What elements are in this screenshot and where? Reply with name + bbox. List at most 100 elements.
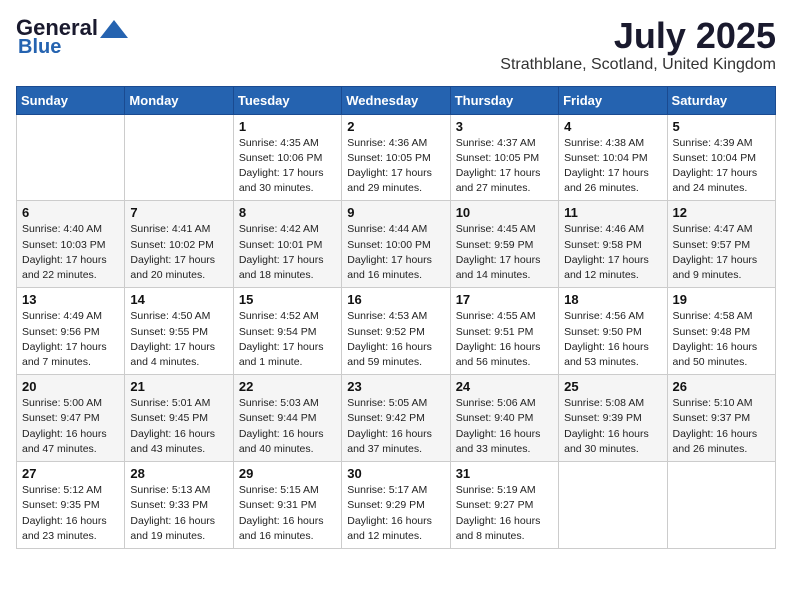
day-detail: Sunrise: 5:08 AM Sunset: 9:39 PM Dayligh… bbox=[564, 396, 661, 457]
day-number: 17 bbox=[456, 292, 553, 307]
day-detail: Sunrise: 4:35 AM Sunset: 10:06 PM Daylig… bbox=[239, 136, 336, 197]
day-cell: 7Sunrise: 4:41 AM Sunset: 10:02 PM Dayli… bbox=[125, 201, 233, 288]
day-cell: 24Sunrise: 5:06 AM Sunset: 9:40 PM Dayli… bbox=[450, 375, 558, 462]
day-cell: 23Sunrise: 5:05 AM Sunset: 9:42 PM Dayli… bbox=[342, 375, 450, 462]
day-number: 23 bbox=[347, 379, 444, 394]
day-cell: 12 Sunrise: 4:47 AM Sunset: 9:57 PM Dayli… bbox=[667, 201, 775, 288]
column-header-thursday: Thursday bbox=[450, 86, 558, 114]
day-cell: 2 Sunrise: 4:36 AM Sunset: 10:05 PM Dayli… bbox=[342, 114, 450, 201]
day-detail: Sunrise: 4:44 AM Sunset: 10:00 PM Daylig… bbox=[347, 222, 444, 283]
day-cell: 10Sunrise: 4:45 AM Sunset: 9:59 PM Dayli… bbox=[450, 201, 558, 288]
location-title: Strathblane, Scotland, United Kingdom bbox=[500, 56, 776, 74]
day-number: 28 bbox=[130, 466, 227, 481]
header-row: SundayMondayTuesdayWednesdayThursdayFrid… bbox=[17, 86, 776, 114]
day-cell: 13 Sunrise: 4:49 AM Sunset: 9:56 PM Dayli… bbox=[17, 288, 125, 375]
day-cell: 31 Sunrise: 5:19 AM Sunset: 9:27 PM Dayli… bbox=[450, 462, 558, 549]
day-cell bbox=[17, 114, 125, 201]
day-detail: Sunrise: 4:40 AM Sunset: 10:03 PM Daylig… bbox=[22, 222, 119, 283]
day-detail: Sunrise: 4:39 AM Sunset: 10:04 PM Daylig… bbox=[673, 136, 770, 197]
day-cell: 14 Sunrise: 4:50 AM Sunset: 9:55 PM Dayli… bbox=[125, 288, 233, 375]
day-cell bbox=[667, 462, 775, 549]
day-cell: 18Sunrise: 4:56 AM Sunset: 9:50 PM Dayli… bbox=[559, 288, 667, 375]
week-row-2: 6Sunrise: 4:40 AM Sunset: 10:03 PM Dayli… bbox=[17, 201, 776, 288]
day-cell: 8Sunrise: 4:42 AM Sunset: 10:01 PM Dayli… bbox=[233, 201, 341, 288]
day-detail: Sunrise: 4:55 AM Sunset: 9:51 PM Dayligh… bbox=[456, 309, 553, 370]
day-detail: Sunrise: 5:00 AM Sunset: 9:47 PM Dayligh… bbox=[22, 396, 119, 457]
day-cell: 6Sunrise: 4:40 AM Sunset: 10:03 PM Dayli… bbox=[17, 201, 125, 288]
day-cell bbox=[559, 462, 667, 549]
calendar-table: SundayMondayTuesdayWednesdayThursdayFrid… bbox=[16, 86, 776, 549]
logo-icon bbox=[100, 20, 128, 38]
column-header-tuesday: Tuesday bbox=[233, 86, 341, 114]
day-detail: Sunrise: 5:12 AM Sunset: 9:35 PM Dayligh… bbox=[22, 483, 119, 544]
day-detail: Sunrise: 4:37 AM Sunset: 10:05 PM Daylig… bbox=[456, 136, 553, 197]
calendar-header: SundayMondayTuesdayWednesdayThursdayFrid… bbox=[17, 86, 776, 114]
day-detail: Sunrise: 4:41 AM Sunset: 10:02 PM Daylig… bbox=[130, 222, 227, 283]
calendar-body: 1 Sunrise: 4:35 AM Sunset: 10:06 PM Dayli… bbox=[17, 114, 776, 548]
day-cell: 22 Sunrise: 5:03 AM Sunset: 9:44 PM Dayli… bbox=[233, 375, 341, 462]
day-detail: Sunrise: 4:45 AM Sunset: 9:59 PM Dayligh… bbox=[456, 222, 553, 283]
column-header-monday: Monday bbox=[125, 86, 233, 114]
day-detail: Sunrise: 5:03 AM Sunset: 9:44 PM Dayligh… bbox=[239, 396, 336, 457]
title-block: July 2025 Strathblane, Scotland, United … bbox=[500, 16, 776, 74]
day-cell: 4 Sunrise: 4:38 AM Sunset: 10:04 PM Dayli… bbox=[559, 114, 667, 201]
column-header-friday: Friday bbox=[559, 86, 667, 114]
day-number: 30 bbox=[347, 466, 444, 481]
day-detail: Sunrise: 4:46 AM Sunset: 9:58 PM Dayligh… bbox=[564, 222, 661, 283]
day-number: 24 bbox=[456, 379, 553, 394]
day-detail: Sunrise: 4:47 AM Sunset: 9:57 PM Dayligh… bbox=[673, 222, 770, 283]
day-cell: 20 Sunrise: 5:00 AM Sunset: 9:47 PM Dayli… bbox=[17, 375, 125, 462]
day-cell: 26 Sunrise: 5:10 AM Sunset: 9:37 PM Dayli… bbox=[667, 375, 775, 462]
day-number: 2 bbox=[347, 119, 444, 134]
day-number: 4 bbox=[564, 119, 661, 134]
day-detail: Sunrise: 4:53 AM Sunset: 9:52 PM Dayligh… bbox=[347, 309, 444, 370]
day-detail: Sunrise: 4:38 AM Sunset: 10:04 PM Daylig… bbox=[564, 136, 661, 197]
day-cell: 25 Sunrise: 5:08 AM Sunset: 9:39 PM Dayli… bbox=[559, 375, 667, 462]
day-number: 29 bbox=[239, 466, 336, 481]
day-number: 27 bbox=[22, 466, 119, 481]
day-number: 11 bbox=[564, 205, 661, 220]
day-number: 15 bbox=[239, 292, 336, 307]
day-detail: Sunrise: 4:49 AM Sunset: 9:56 PM Dayligh… bbox=[22, 309, 119, 370]
column-header-saturday: Saturday bbox=[667, 86, 775, 114]
day-number: 14 bbox=[130, 292, 227, 307]
week-row-3: 13 Sunrise: 4:49 AM Sunset: 9:56 PM Dayli… bbox=[17, 288, 776, 375]
day-number: 18 bbox=[564, 292, 661, 307]
day-detail: Sunrise: 4:50 AM Sunset: 9:55 PM Dayligh… bbox=[130, 309, 227, 370]
day-detail: Sunrise: 4:42 AM Sunset: 10:01 PM Daylig… bbox=[239, 222, 336, 283]
day-number: 21 bbox=[130, 379, 227, 394]
day-cell: 21 Sunrise: 5:01 AM Sunset: 9:45 PM Dayli… bbox=[125, 375, 233, 462]
day-detail: Sunrise: 4:52 AM Sunset: 9:54 PM Dayligh… bbox=[239, 309, 336, 370]
day-cell: 17 Sunrise: 4:55 AM Sunset: 9:51 PM Dayli… bbox=[450, 288, 558, 375]
day-cell: 1 Sunrise: 4:35 AM Sunset: 10:06 PM Dayli… bbox=[233, 114, 341, 201]
week-row-1: 1 Sunrise: 4:35 AM Sunset: 10:06 PM Dayli… bbox=[17, 114, 776, 201]
logo-blue-text: Blue bbox=[18, 36, 61, 58]
day-detail: Sunrise: 5:10 AM Sunset: 9:37 PM Dayligh… bbox=[673, 396, 770, 457]
day-number: 22 bbox=[239, 379, 336, 394]
day-number: 9 bbox=[347, 205, 444, 220]
day-cell: 9 Sunrise: 4:44 AM Sunset: 10:00 PM Dayli… bbox=[342, 201, 450, 288]
day-detail: Sunrise: 4:36 AM Sunset: 10:05 PM Daylig… bbox=[347, 136, 444, 197]
day-cell: 16Sunrise: 4:53 AM Sunset: 9:52 PM Dayli… bbox=[342, 288, 450, 375]
day-cell: 30 Sunrise: 5:17 AM Sunset: 9:29 PM Dayli… bbox=[342, 462, 450, 549]
column-header-sunday: Sunday bbox=[17, 86, 125, 114]
day-cell: 11 Sunrise: 4:46 AM Sunset: 9:58 PM Dayli… bbox=[559, 201, 667, 288]
day-number: 19 bbox=[673, 292, 770, 307]
page-header: General Blue July 2025 Strathblane, Scot… bbox=[16, 16, 776, 74]
day-number: 25 bbox=[564, 379, 661, 394]
day-number: 20 bbox=[22, 379, 119, 394]
day-detail: Sunrise: 5:19 AM Sunset: 9:27 PM Dayligh… bbox=[456, 483, 553, 544]
day-cell: 28Sunrise: 5:13 AM Sunset: 9:33 PM Dayli… bbox=[125, 462, 233, 549]
day-number: 26 bbox=[673, 379, 770, 394]
day-number: 13 bbox=[22, 292, 119, 307]
day-number: 31 bbox=[456, 466, 553, 481]
day-cell: 27 Sunrise: 5:12 AM Sunset: 9:35 PM Dayli… bbox=[17, 462, 125, 549]
week-row-4: 20 Sunrise: 5:00 AM Sunset: 9:47 PM Dayli… bbox=[17, 375, 776, 462]
day-cell: 15 Sunrise: 4:52 AM Sunset: 9:54 PM Dayli… bbox=[233, 288, 341, 375]
day-number: 12 bbox=[673, 205, 770, 220]
month-title: July 2025 bbox=[500, 16, 776, 56]
day-detail: Sunrise: 5:01 AM Sunset: 9:45 PM Dayligh… bbox=[130, 396, 227, 457]
day-detail: Sunrise: 5:17 AM Sunset: 9:29 PM Dayligh… bbox=[347, 483, 444, 544]
column-header-wednesday: Wednesday bbox=[342, 86, 450, 114]
day-number: 1 bbox=[239, 119, 336, 134]
